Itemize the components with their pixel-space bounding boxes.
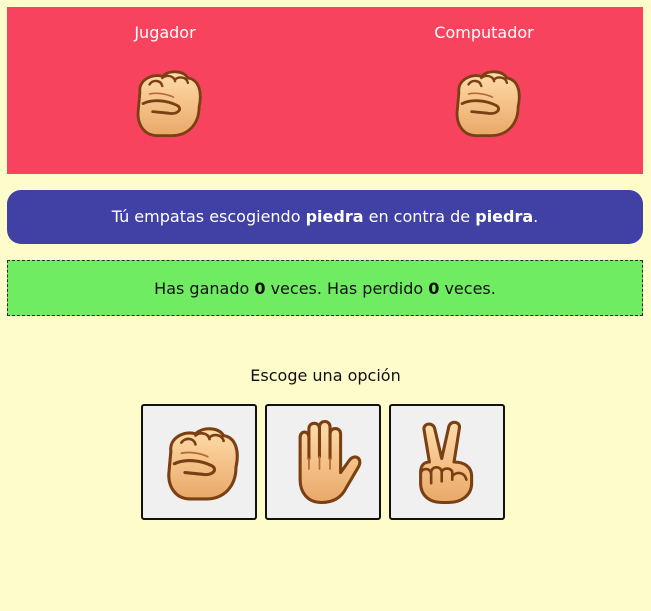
computer-panel: Computador bbox=[404, 7, 564, 174]
stats-lost-suffix: veces. bbox=[439, 278, 496, 298]
rock-fist-icon bbox=[455, 70, 521, 138]
paper-hand-icon bbox=[298, 420, 362, 505]
rock-option-button[interactable] bbox=[141, 404, 257, 520]
score-stats: Has ganado 0 veces. Has perdido 0 veces. bbox=[7, 260, 643, 316]
player-panel: Jugador bbox=[85, 7, 245, 174]
scissors-victory-icon bbox=[419, 420, 474, 505]
scissors-option-button[interactable] bbox=[389, 404, 505, 520]
stats-won-suffix: veces. Has perdido bbox=[265, 278, 429, 298]
computer-label: Computador bbox=[434, 23, 534, 42]
choose-option-prompt: Escoge una opción bbox=[250, 366, 401, 385]
result-banner: Tú empatas escogiendo piedra en contra d… bbox=[7, 190, 643, 244]
result-player-choice: piedra bbox=[305, 207, 364, 226]
result-suffix: . bbox=[533, 207, 539, 226]
stats-lost-count: 0 bbox=[428, 278, 440, 298]
result-prefix: Tú empatas escogiendo bbox=[111, 207, 306, 226]
rock-fist-icon bbox=[167, 427, 239, 501]
result-computer-choice: piedra bbox=[475, 207, 534, 226]
stats-won-count: 0 bbox=[254, 278, 266, 298]
result-middle: en contra de bbox=[363, 207, 476, 226]
scoreboard: Jugador Computador bbox=[7, 7, 643, 174]
stats-won-prefix: Has ganado bbox=[154, 278, 255, 298]
player-label: Jugador bbox=[134, 23, 196, 42]
rock-fist-icon bbox=[136, 70, 202, 138]
paper-option-button[interactable] bbox=[265, 404, 381, 520]
